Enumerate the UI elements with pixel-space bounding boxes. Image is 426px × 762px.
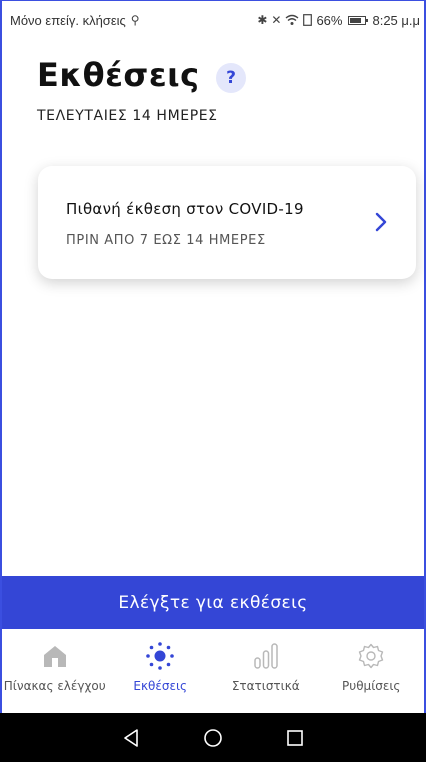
nav-item-statistics[interactable]: Στατιστικά [213, 629, 319, 713]
nav-item-dashboard[interactable]: Πίνακας ελέγχου [2, 629, 108, 713]
android-nav-bar [0, 713, 426, 762]
help-icon: ? [226, 68, 236, 88]
status-time: 8:25 μ.μ [372, 12, 420, 28]
battery-icon [348, 15, 369, 25]
home-icon [40, 641, 70, 671]
bluetooth-icon: ✱ [257, 13, 268, 27]
nav-label-statistics: Στατιστικά [231, 679, 300, 693]
exposure-card[interactable]: Πιθανή έκθεση στον COVID-19 ΠΡΙΝ ΑΠΟ 7 Ε… [38, 166, 416, 279]
nav-item-settings[interactable]: Ρυθμίσεις [319, 629, 425, 713]
bar-chart-icon [251, 641, 281, 671]
exposure-card-subtitle: ΠΡΙΝ ΑΠΟ 7 ΕΩΣ 14 ΗΜΕΡΕΣ [66, 233, 266, 248]
wifi-icon [286, 14, 299, 25]
status-bar: Μόνο επείγ. κλήσεις ⚲ ✱ ✕ 66% 8:25 μ.μ [0, 0, 426, 40]
help-button[interactable]: ? [216, 63, 246, 93]
exposure-card-title: Πιθανή έκθεση στον COVID-19 [66, 200, 304, 218]
nav-label-exposures: Εκθέσεις [133, 679, 188, 693]
chevron-right-icon [375, 212, 387, 232]
status-right: ✱ ✕ 66% 8:25 μ.μ [257, 13, 420, 28]
period-subtitle: ΤΕΛΕΥΤΑΙΕΣ 14 ΗΜΕΡΕΣ [37, 108, 218, 124]
bottom-nav: Πίνακας ελέγχου Εκθέσεις Στατιστικά Ρυθμ… [2, 629, 424, 713]
nav-item-exposures[interactable]: Εκθέσεις [108, 629, 214, 713]
usb-icon: ⚲ [130, 13, 140, 27]
gear-icon [356, 641, 386, 671]
mute-icon: ✕ [271, 13, 282, 27]
status-left: Μόνο επείγ. κλήσεις ⚲ [10, 13, 140, 28]
nav-label-dashboard: Πίνακας ελέγχου [3, 679, 106, 693]
sim-icon [303, 14, 313, 26]
carrier-text: Μόνο επείγ. κλήσεις [10, 12, 126, 28]
recents-icon[interactable] [283, 726, 307, 750]
battery-percent: 66% [316, 12, 343, 28]
page-title: Εκθέσεις [37, 56, 200, 94]
home-circle-icon[interactable] [201, 726, 225, 750]
exposure-dots-icon [145, 641, 175, 671]
check-exposures-button[interactable]: Ελέγξτε για εκθέσεις [2, 576, 424, 629]
nav-label-settings: Ρυθμίσεις [342, 679, 401, 693]
back-icon[interactable] [119, 726, 143, 750]
